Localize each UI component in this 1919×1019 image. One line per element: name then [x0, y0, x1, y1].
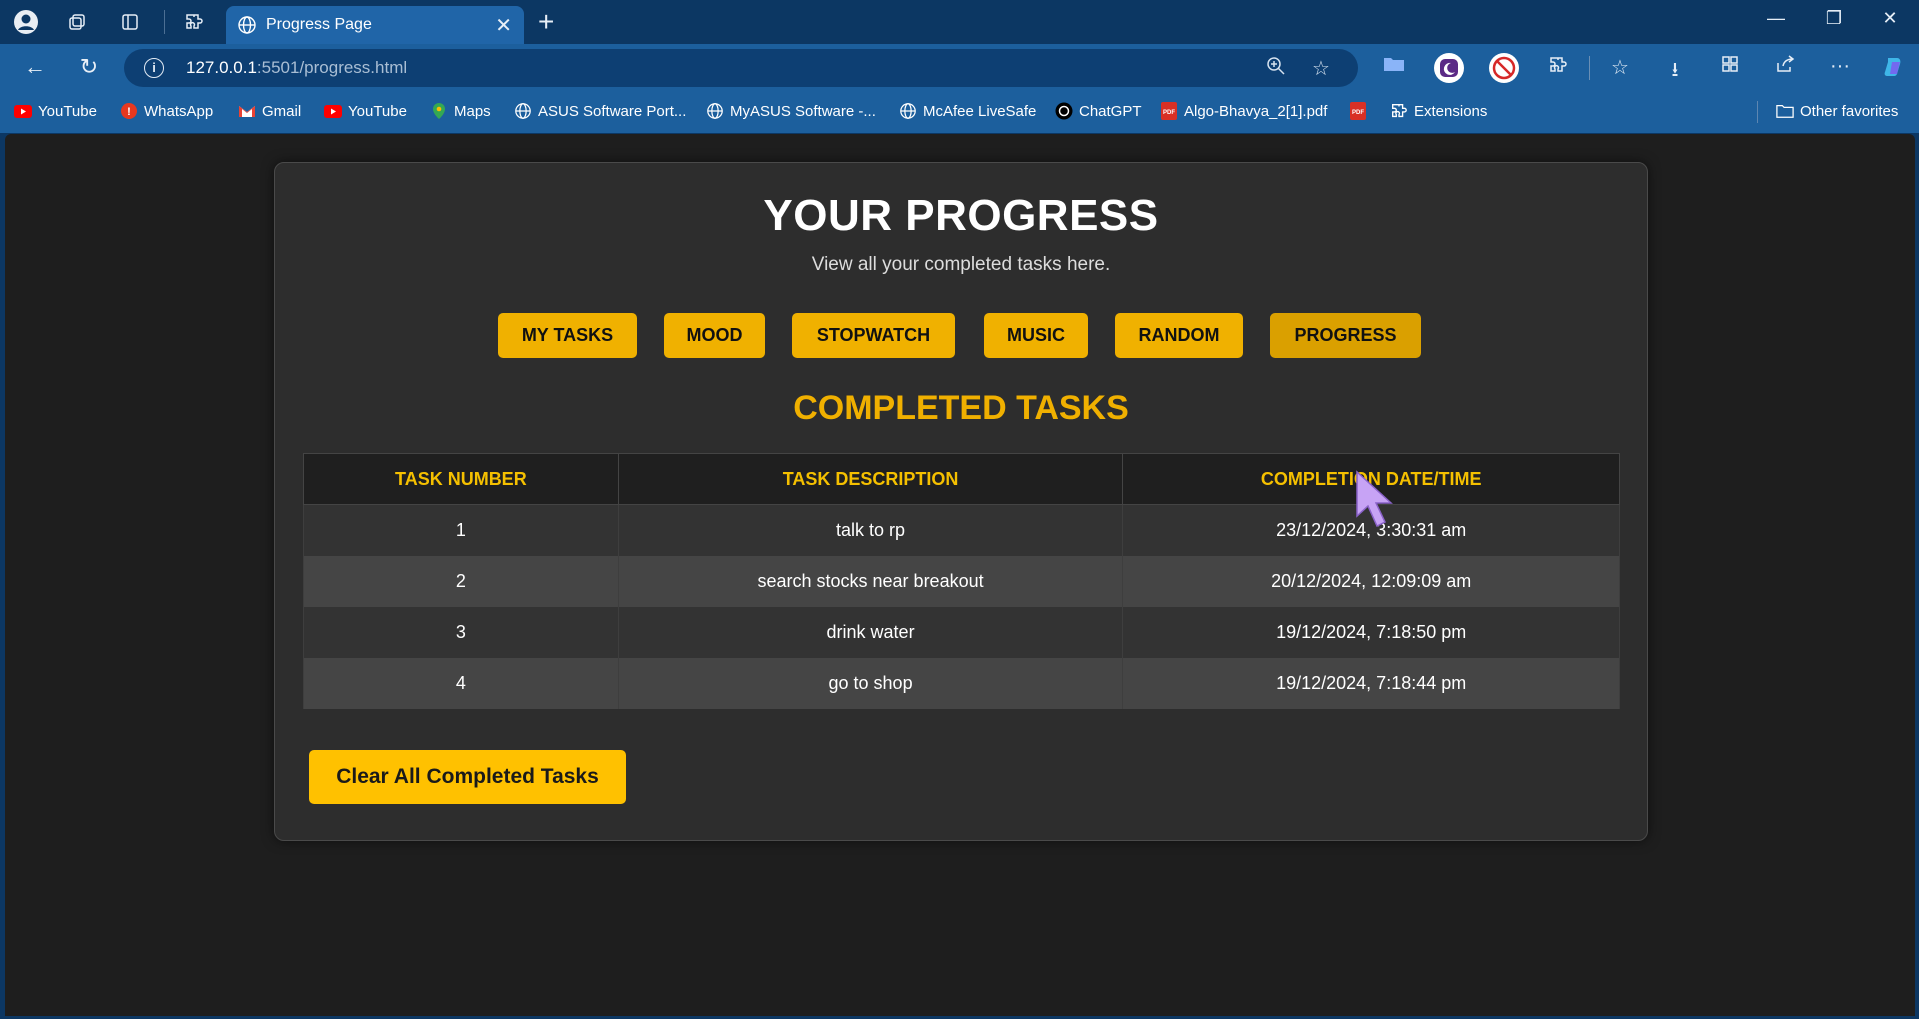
favorite-star-icon[interactable]: ☆: [1312, 56, 1330, 81]
url-text[interactable]: 127.0.0.1:5501/progress.html: [186, 58, 407, 78]
address-bar[interactable]: i 127.0.0.1:5501/progress.html ☆: [124, 49, 1358, 87]
section-title: COMPLETED TASKS: [793, 389, 1129, 427]
completion-datetime-cell: 19/12/2024, 7:18:50 pm: [1122, 606, 1620, 658]
folder-icon: [1776, 102, 1794, 120]
refresh-icon[interactable]: ↻: [74, 54, 104, 80]
svg-text:PDF: PDF: [1163, 110, 1175, 116]
table-header-row: TASK NUMBER TASK DESCRIPTION COMPLETION …: [303, 453, 1620, 505]
bookmark-mcafee[interactable]: McAfee LiveSafe: [899, 102, 1036, 120]
dark-mode-extension-icon[interactable]: [1434, 53, 1464, 83]
table-row: 2 search stocks near breakout 20/12/2024…: [303, 555, 1620, 607]
minimize-icon[interactable]: —: [1756, 8, 1796, 29]
bookmark-youtube-2[interactable]: YouTube: [324, 102, 407, 120]
bookmark-gmail[interactable]: Gmail: [238, 102, 301, 120]
globe-icon: [899, 102, 917, 120]
pdf-icon: PDF: [1160, 102, 1178, 120]
blocker-extension-icon[interactable]: [1489, 53, 1519, 83]
task-number-cell: 1: [303, 504, 619, 556]
nav-random-button[interactable]: RANDOM: [1115, 313, 1243, 358]
close-tab-icon[interactable]: ✕: [495, 13, 512, 38]
download-icon[interactable]: ⭳: [1661, 55, 1689, 89]
bookmark-algo-pdf[interactable]: PDF Algo-Bhavya_2[1].pdf: [1160, 102, 1327, 120]
workspaces-icon[interactable]: [63, 9, 91, 35]
globe-icon: [706, 102, 724, 120]
nav-progress-button[interactable]: PROGRESS: [1270, 313, 1421, 358]
table-row: 3 drink water 19/12/2024, 7:18:50 pm: [303, 606, 1620, 658]
apps-grid-icon[interactable]: [1716, 55, 1744, 79]
page-title: YOUR PROGRESS: [763, 191, 1159, 240]
globe-icon: [237, 15, 257, 35]
task-description-cell: search stocks near breakout: [617, 555, 1124, 607]
task-number-cell: 2: [303, 555, 619, 607]
extensions-icon: [1390, 102, 1408, 120]
more-menu-icon[interactable]: ···: [1826, 55, 1854, 78]
svg-text:PDF: PDF: [1352, 110, 1364, 116]
bookmarks-divider: [1757, 101, 1758, 123]
mouse-cursor-icon: [1356, 470, 1393, 528]
task-number-cell: 3: [303, 606, 619, 658]
extensions-puzzle-icon[interactable]: [1544, 55, 1572, 81]
copilot-icon[interactable]: [1880, 55, 1908, 85]
toolbar-divider: [1589, 56, 1590, 80]
browser-toolbar: ← ↻ i 127.0.0.1:5501/progress.html ☆ ☆ ⭳…: [0, 44, 1919, 91]
task-description-cell: go to shop: [617, 657, 1124, 709]
nav-mood-button[interactable]: MOOD: [664, 313, 765, 358]
nav-stopwatch-button[interactable]: STOPWATCH: [792, 313, 955, 358]
task-number-cell: 4: [303, 657, 619, 709]
bookmarks-bar: YouTube ! WhatsApp Gmail YouTube Maps AS…: [0, 91, 1919, 133]
page-subtitle: View all your completed tasks here.: [811, 254, 1111, 275]
nav-music-button[interactable]: MUSIC: [984, 313, 1088, 358]
pdf-icon: PDF: [1349, 102, 1367, 120]
share-icon[interactable]: [1771, 55, 1799, 79]
close-window-icon[interactable]: ✕: [1870, 8, 1910, 29]
site-info-icon[interactable]: i: [144, 58, 164, 78]
svg-text:!: !: [127, 106, 131, 118]
tab-progress-page[interactable]: Progress Page ✕: [226, 6, 524, 44]
youtube-icon: [324, 102, 342, 120]
table-row: 1 talk to rp 23/12/2024, 3:30:31 am: [303, 504, 1620, 556]
extension-puzzle-icon[interactable]: [180, 9, 208, 35]
maps-icon: [430, 102, 448, 120]
completion-datetime-cell: 19/12/2024, 7:18:44 pm: [1122, 657, 1620, 709]
progress-card: YOUR PROGRESS View all your completed ta…: [274, 162, 1648, 841]
table-row: 4 go to shop 19/12/2024, 7:18:44 pm: [303, 657, 1620, 709]
browser-title-bar: Progress Page ✕ + — ❐ ✕: [0, 0, 1919, 44]
whatsapp-icon: !: [120, 102, 138, 120]
task-description-cell: talk to rp: [617, 504, 1124, 556]
youtube-icon: [14, 102, 32, 120]
completion-datetime-cell: 20/12/2024, 12:09:09 am: [1122, 555, 1620, 607]
task-description-cell: drink water: [617, 606, 1124, 658]
tab-title: Progress Page: [266, 16, 372, 33]
clear-completed-tasks-button[interactable]: Clear All Completed Tasks: [309, 750, 626, 804]
chatgpt-icon: [1055, 102, 1073, 120]
bookmark-maps[interactable]: Maps: [430, 102, 491, 120]
globe-icon: [514, 102, 532, 120]
bookmark-extensions[interactable]: Extensions: [1390, 102, 1487, 120]
restore-icon[interactable]: ❐: [1814, 8, 1854, 29]
other-favorites[interactable]: Other favorites: [1776, 102, 1898, 120]
column-header: TASK NUMBER: [303, 453, 619, 505]
bookmark-youtube[interactable]: YouTube: [14, 102, 97, 120]
profile-avatar-icon[interactable]: [12, 9, 40, 35]
favorites-list-icon[interactable]: ☆: [1606, 55, 1634, 80]
completed-tasks-table: TASK NUMBER TASK DESCRIPTION COMPLETION …: [303, 453, 1620, 709]
tab-actions-icon[interactable]: [116, 9, 144, 35]
collections-folder-icon[interactable]: [1380, 55, 1408, 79]
nav-my-tasks-button[interactable]: MY TASKS: [498, 313, 637, 358]
bookmark-asus-software[interactable]: ASUS Software Port...: [514, 102, 686, 120]
zoom-icon[interactable]: [1266, 56, 1286, 82]
back-arrow-icon[interactable]: ←: [20, 54, 50, 80]
new-tab-plus-icon[interactable]: +: [538, 6, 554, 38]
gmail-icon: [238, 102, 256, 120]
bookmark-myasus[interactable]: MyASUS Software -...: [706, 102, 876, 120]
bookmark-pdf-2[interactable]: PDF: [1349, 102, 1367, 120]
bookmark-chatgpt[interactable]: ChatGPT: [1055, 102, 1142, 120]
bookmark-whatsapp[interactable]: ! WhatsApp: [120, 102, 213, 120]
titlebar-divider: [164, 10, 165, 34]
column-header: TASK DESCRIPTION: [617, 453, 1124, 505]
page-viewport: YOUR PROGRESS View all your completed ta…: [5, 134, 1915, 1016]
